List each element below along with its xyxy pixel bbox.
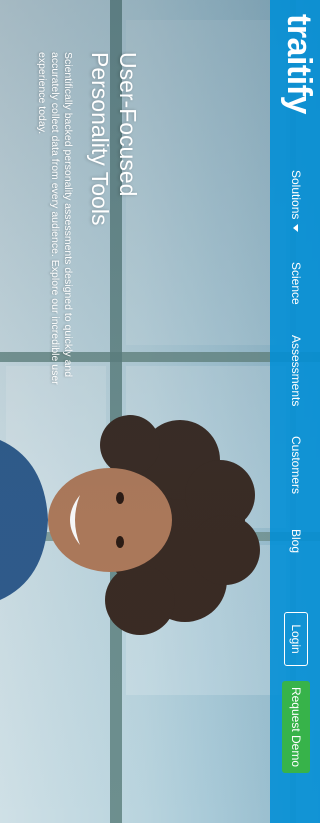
hero-title-line-1: User-Focused (115, 52, 141, 197)
login-button[interactable]: Login (284, 612, 308, 666)
nav-item-solutions[interactable]: Solutions (289, 170, 303, 233)
traitify-logo[interactable]: traitify (279, 14, 318, 114)
request-demo-button[interactable]: Request Demo (282, 681, 310, 773)
nav-item-assessments[interactable]: Assessments (289, 335, 303, 406)
top-navigation: traitify Solutions Science Assessments C… (270, 0, 320, 823)
hero-title: User-Focused Personality Tools (86, 52, 142, 382)
rotated-page: traitify Solutions Science Assessments C… (0, 0, 320, 823)
nav-item-customers[interactable]: Customers (289, 436, 303, 494)
hero-title-line-2: Personality Tools (87, 52, 113, 226)
hero-section: traitify Solutions Science Assessments C… (0, 0, 320, 823)
hero-description: Scientifically backed personality assess… (36, 52, 74, 385)
nav-item-blog[interactable]: Blog (289, 529, 303, 553)
chevron-down-icon (292, 224, 298, 233)
nav-item-science[interactable]: Science (289, 262, 303, 305)
